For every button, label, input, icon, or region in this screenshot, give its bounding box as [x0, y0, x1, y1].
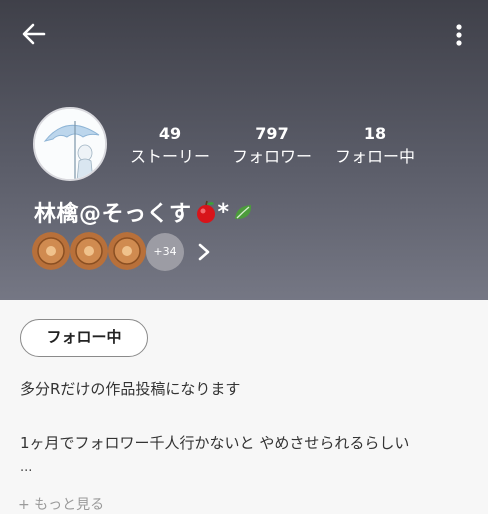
stat-following-label: フォロー中	[334, 147, 415, 166]
bronze-badge-2	[70, 232, 108, 270]
username-text: 林檎@そっくす	[34, 202, 192, 227]
stat-stories-label: ストーリー	[129, 147, 210, 166]
avatar-illustration	[35, 109, 105, 179]
bio-line-2: 1ヶ月でフォロワー千人行かないと やめさせられるらしい	[20, 434, 410, 452]
stat-following[interactable]: 18 フォロー中	[325, 124, 425, 168]
leaf-emoji-icon	[234, 205, 251, 219]
avatar[interactable]	[33, 107, 107, 181]
apple-emoji-icon	[196, 200, 215, 223]
stat-followers-value: 797	[255, 124, 289, 143]
following-button[interactable]: フォロー中	[20, 319, 148, 357]
bio-ellipsis: ...	[20, 460, 33, 475]
more-vert-icon[interactable]	[452, 22, 466, 48]
see-more-link[interactable]: + もっと見る	[18, 494, 104, 514]
stat-following-value: 18	[363, 124, 387, 143]
profile-header: 49 ストーリー 797 フォロワー 18 フォロー中 林檎@そっくす * +3…	[0, 0, 488, 300]
back-arrow-icon[interactable]	[20, 20, 48, 48]
more-badges-count[interactable]: +34	[146, 233, 184, 271]
bio-line-1: 多分Rだけの作品投稿になります	[20, 380, 241, 398]
stat-followers[interactable]: 797 フォロワー	[222, 124, 322, 168]
stat-stories-value: 49	[158, 124, 182, 143]
username: 林檎@そっくす *	[34, 196, 256, 228]
stat-stories[interactable]: 49 ストーリー	[120, 124, 220, 168]
bronze-badge-1	[32, 232, 70, 270]
stat-followers-label: フォロワー	[231, 147, 312, 166]
bronze-badge-3	[108, 232, 146, 270]
username-suffix: *	[217, 199, 230, 225]
chevron-right-icon[interactable]	[196, 242, 212, 262]
